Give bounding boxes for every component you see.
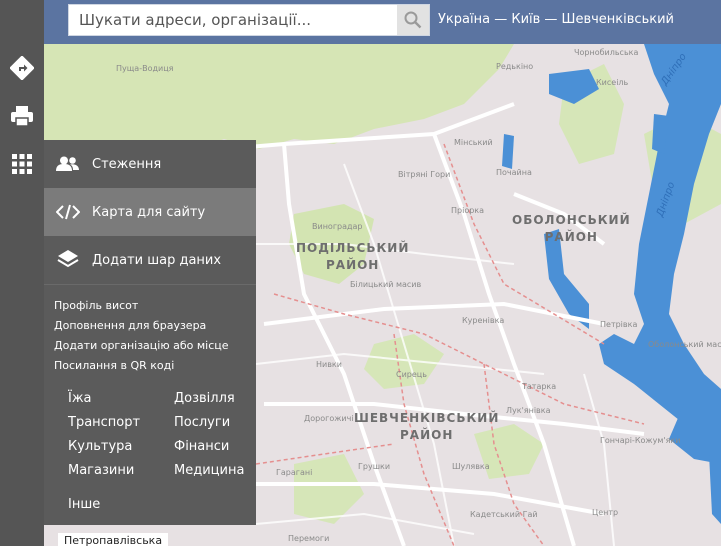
category-services[interactable]: Послуги <box>174 415 230 430</box>
place-label: Сирець <box>396 370 427 379</box>
place-label: Пріорка <box>451 206 485 215</box>
place-label: Чорнобильська <box>574 48 639 57</box>
apps-grid-icon <box>12 154 32 174</box>
link-qr-code[interactable]: Посилання в QR коді <box>54 359 174 372</box>
place-label: Петрівка <box>600 320 638 329</box>
menu-item-add-layer[interactable]: Додати шар даних <box>44 236 256 284</box>
users-icon <box>44 140 92 188</box>
place-label: Гончарі-Кожум'яки <box>600 436 681 445</box>
search-icon <box>404 11 422 29</box>
category-other[interactable]: Інше <box>68 497 100 512</box>
link-add-organization[interactable]: Додати організацію або місце <box>54 339 229 352</box>
place-label: Гарагані <box>276 468 313 477</box>
menu-divider <box>44 284 256 285</box>
street-label: Петропавлівська <box>58 533 169 546</box>
place-label: Почайна <box>496 168 532 177</box>
place-label: Перемоги <box>288 534 330 543</box>
menu-item-label: Додати шар даних <box>92 252 222 268</box>
place-label: Мінський <box>454 138 493 147</box>
place-label: Редькіно <box>496 62 534 71</box>
district-suffix: РАЙОН <box>544 230 598 244</box>
search-input[interactable] <box>69 5 387 35</box>
layers-icon <box>44 236 92 284</box>
category-leisure[interactable]: Дозвілля <box>174 391 235 406</box>
lake-2 <box>502 134 514 169</box>
place-label: Кадетський Гай <box>470 510 538 519</box>
search-button[interactable] <box>397 5 429 35</box>
district-label-shevchenkivskyi: ШЕВЧЕНКІВСЬКИЙ РАЙОН <box>354 410 499 444</box>
header-bar: Україна — Київ — Шевченківський <box>44 0 721 44</box>
menu-item-label: Стеження <box>92 156 162 172</box>
district-suffix: РАЙОН <box>400 428 454 442</box>
breadcrumb[interactable]: Україна — Київ — Шевченківський <box>438 12 674 27</box>
district-label-podilskyi: ПОДІЛЬСЬКИЙ РАЙОН <box>296 240 409 274</box>
place-label: Виноградар <box>312 222 363 231</box>
directions-button[interactable] <box>0 46 44 90</box>
category-shops[interactable]: Магазини <box>68 463 134 478</box>
place-label: Нивки <box>316 360 342 369</box>
category-culture[interactable]: Культура <box>68 439 132 454</box>
directions-icon <box>10 56 34 80</box>
code-icon <box>44 188 92 236</box>
left-toolbar <box>0 0 44 546</box>
menu-item-label: Карта для сайту <box>92 204 206 220</box>
place-label: Татарка <box>522 382 557 391</box>
apps-button[interactable] <box>0 142 44 186</box>
menu-item-site-map[interactable]: Карта для сайту <box>44 188 256 236</box>
district-name: ПОДІЛЬСЬКИЙ <box>296 241 410 255</box>
place-label: Шулявка <box>452 462 490 471</box>
category-finance[interactable]: Фінанси <box>174 439 229 454</box>
apps-menu: Стеження Карта для сайту Додати шар дани… <box>44 140 256 525</box>
category-transport[interactable]: Транспорт <box>68 415 140 430</box>
district-name: ШЕВЧЕНКІВСЬКИЙ <box>354 411 500 425</box>
place-label: Центр <box>592 508 619 517</box>
link-browser-extension[interactable]: Доповнення для браузера <box>54 319 206 332</box>
link-elevation-profile[interactable]: Профіль висот <box>54 299 138 312</box>
place-label: Лук'янівка <box>506 406 551 415</box>
print-button[interactable] <box>0 94 44 138</box>
district-suffix: РАЙОН <box>325 258 380 272</box>
menu-item-tracking[interactable]: Стеження <box>44 140 256 188</box>
category-medicine[interactable]: Медицина <box>174 463 244 478</box>
category-food[interactable]: Їжа <box>68 391 92 406</box>
place-label: Вітряні Гори <box>398 170 451 179</box>
print-icon <box>11 106 33 127</box>
search-box <box>68 4 430 36</box>
place-label: Білицький масив <box>350 280 422 289</box>
place-label: Грушки <box>358 462 391 471</box>
district-name: ОБОЛОНСЬКИЙ <box>512 213 631 227</box>
place-label: Оболонський масив <box>648 340 721 349</box>
place-label: Пуща-Водиця <box>116 64 174 73</box>
place-label: Дорогожичі <box>304 414 354 423</box>
district-label-obolonskyi: ОБОЛОНСЬКИЙ РАЙОН <box>512 212 631 246</box>
place-label: Куренівка <box>462 316 505 325</box>
place-label: Кисеіль <box>596 78 629 87</box>
